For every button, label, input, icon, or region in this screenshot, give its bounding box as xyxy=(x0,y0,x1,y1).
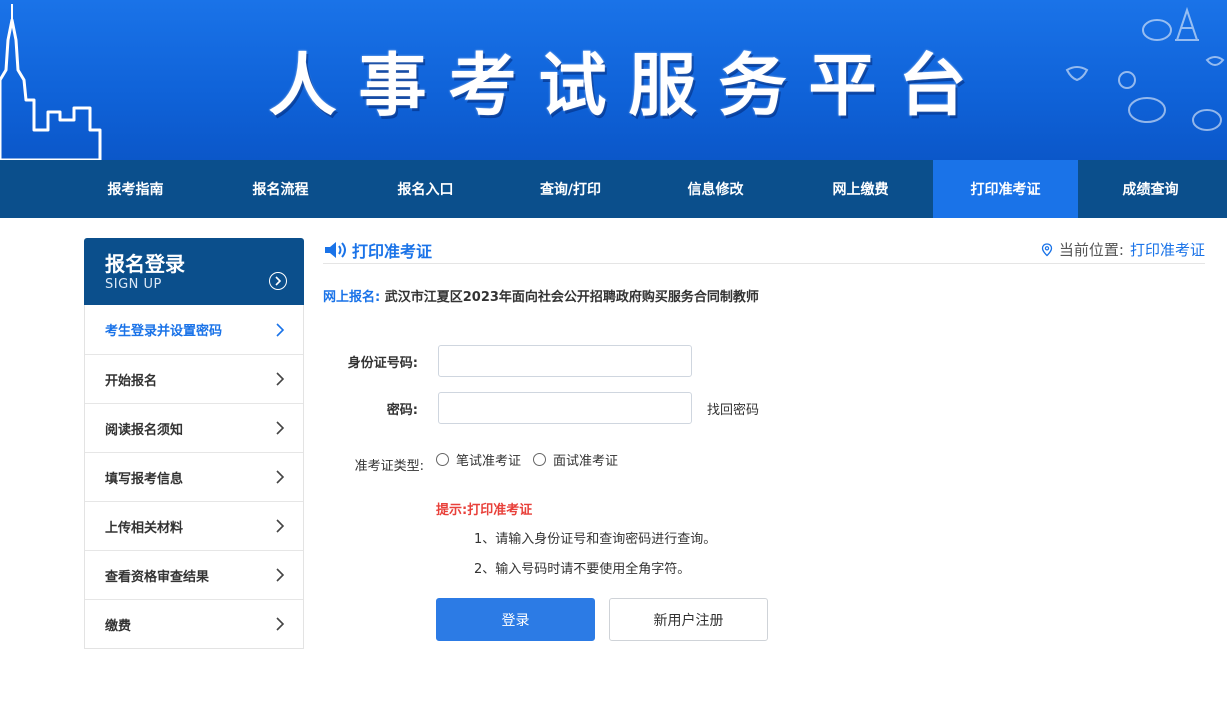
sidebar-list: 考生登录并设置密码 开始报名 阅读报名须知 填写报考信息 上传相关材料 查看资格… xyxy=(84,305,304,649)
sidebar-item-label: 填写报考信息 xyxy=(105,471,184,487)
chevron-right-icon xyxy=(276,568,285,582)
nav-item-print-admission[interactable]: 打印准考证 xyxy=(933,160,1078,218)
chevron-right-icon xyxy=(276,519,285,533)
sidebar-item-label: 考生登录并设置密码 xyxy=(105,324,223,339)
nav-item-score-query[interactable]: 成绩查询 xyxy=(1078,160,1223,218)
sidebar-item-label: 缴费 xyxy=(105,618,132,634)
sidebar-item-label: 阅读报名须知 xyxy=(105,422,184,438)
content-panel: 打印准考证 当前位置: 打印准考证 网上报名: 武汉市江夏区2023年面向社会公… xyxy=(323,238,1205,668)
sidebar-item-read-notice[interactable]: 阅读报名须知 xyxy=(85,403,303,452)
id-number-row: 身份证号码: xyxy=(323,345,692,377)
page-title: 打印准考证 xyxy=(352,241,433,261)
password-input[interactable] xyxy=(438,392,692,424)
nav-item-query-print[interactable]: 查询/打印 xyxy=(498,160,643,218)
chevron-right-icon xyxy=(276,372,285,386)
chevron-right-icon xyxy=(276,322,285,337)
chevron-right-icon xyxy=(276,470,285,484)
sidebar-item-start-registration[interactable]: 开始报名 xyxy=(85,354,303,403)
breadcrumb-current[interactable]: 打印准考证 xyxy=(1130,239,1205,260)
sidebar: 报名登录 SIGN UP 考生登录并设置密码 开始报名 阅读报名须知 填写报考信… xyxy=(84,238,304,649)
content-title-group: 打印准考证 xyxy=(323,238,432,262)
speaker-icon xyxy=(325,241,346,258)
breadcrumb: 当前位置: 打印准考证 xyxy=(1041,239,1205,260)
header-banner: 人事考试服务平台 xyxy=(0,0,1227,160)
tip-line: 2、输入号码时请不要使用全角字符。 xyxy=(474,562,691,577)
sidebar-item-login-set-password[interactable]: 考生登录并设置密码 xyxy=(85,305,303,354)
exam-label: 网上报名: xyxy=(323,290,381,305)
register-button[interactable]: 新用户注册 xyxy=(609,598,768,641)
sidebar-header: 报名登录 SIGN UP xyxy=(84,238,304,305)
radio-label: 笔试准考证 xyxy=(456,454,522,469)
radio-written-exam[interactable]: 笔试准考证 xyxy=(436,450,521,469)
radio-interview[interactable]: 面试准考证 xyxy=(533,450,618,469)
exam-name: 武汉市江夏区2023年面向社会公开招聘政府购买服务合同制教师 xyxy=(384,290,759,305)
nav-item-info-edit[interactable]: 信息修改 xyxy=(643,160,788,218)
exam-info: 网上报名: 武汉市江夏区2023年面向社会公开招聘政府购买服务合同制教师 xyxy=(323,286,1205,305)
nav-item-entry[interactable]: 报名入口 xyxy=(353,160,498,218)
chevron-right-icon xyxy=(276,421,285,435)
admission-type-row: 准考证类型: 笔试准考证 面试准考证 xyxy=(329,453,618,474)
content-header: 打印准考证 当前位置: 打印准考证 xyxy=(323,238,1205,264)
main-nav: 报考指南 报名流程 报名入口 查询/打印 信息修改 网上缴费 打印准考证 成绩查… xyxy=(0,160,1227,218)
nav-item-process[interactable]: 报名流程 xyxy=(208,160,353,218)
password-label: 密码: xyxy=(386,402,418,418)
doodle-decoration xyxy=(1065,6,1225,131)
chevron-circle-icon xyxy=(269,272,287,290)
location-pin-icon xyxy=(1041,242,1053,256)
tip-line: 1、请输入身份证号和查询密码进行查询。 xyxy=(474,532,717,547)
sidebar-item-review-results[interactable]: 查看资格审查结果 xyxy=(85,550,303,599)
main-area: 报名登录 SIGN UP 考生登录并设置密码 开始报名 阅读报名须知 填写报考信… xyxy=(0,218,1227,714)
tips-title: 提示:打印准考证 xyxy=(436,503,533,518)
forgot-password-link[interactable]: 找回密码 xyxy=(707,399,759,418)
radio-circle[interactable] xyxy=(436,453,449,466)
login-button[interactable]: 登录 xyxy=(436,598,595,641)
sidebar-item-upload-materials[interactable]: 上传相关材料 xyxy=(85,501,303,550)
sidebar-item-label: 开始报名 xyxy=(105,373,158,389)
sidebar-item-label: 查看资格审查结果 xyxy=(105,569,210,585)
id-number-label: 身份证号码: xyxy=(347,355,418,371)
breadcrumb-label: 当前位置: xyxy=(1058,241,1124,259)
nav-item-payment[interactable]: 网上缴费 xyxy=(788,160,933,218)
id-number-input[interactable] xyxy=(438,345,692,377)
password-row: 密码: 找回密码 xyxy=(323,392,759,424)
radio-circle[interactable] xyxy=(533,453,547,466)
radio-label: 面试准考证 xyxy=(553,454,619,469)
chevron-right-icon xyxy=(276,617,285,631)
nav-item-guide[interactable]: 报考指南 xyxy=(63,160,208,218)
admission-type-label: 准考证类型: xyxy=(354,459,424,474)
sidebar-item-label: 上传相关材料 xyxy=(105,520,184,536)
sidebar-item-fill-info[interactable]: 填写报考信息 xyxy=(85,452,303,501)
sidebar-item-payment[interactable]: 缴费 xyxy=(85,599,303,648)
